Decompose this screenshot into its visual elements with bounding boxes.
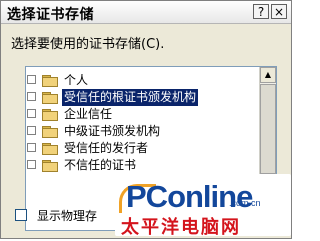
folder-icon [42, 92, 59, 104]
help-button[interactable]: ? [253, 4, 269, 19]
expand-icon[interactable] [27, 126, 36, 135]
expand-icon[interactable] [27, 75, 36, 84]
store-prompt-label: 选择要使用的证书存储(C). [11, 37, 165, 52]
expand-icon[interactable] [27, 109, 36, 118]
show-physical-stores-label: 显示物理存 [37, 209, 98, 223]
title-bar: 选择证书存储 ? × [1, 1, 291, 24]
folder-icon [42, 109, 59, 121]
expand-icon[interactable] [27, 143, 36, 152]
close-button[interactable]: × [271, 4, 287, 19]
tree-item-label: 受信任的根证书颁发机构 [60, 88, 200, 107]
expand-icon[interactable] [27, 92, 36, 101]
tree-item-label: 中级证书颁发机构 [64, 124, 161, 138]
tree-item[interactable]: 不信任的证书 [26, 157, 256, 174]
watermark-domain: .com.cn [229, 198, 261, 208]
scroll-thumb[interactable] [260, 84, 276, 174]
tree-item-label: 不信任的证书 [64, 158, 137, 172]
folder-icon [42, 75, 59, 87]
show-physical-stores-checkbox[interactable] [15, 209, 27, 221]
watermark-chinese-name: 太平洋电脑网 [121, 217, 241, 238]
folder-icon [42, 143, 59, 155]
expand-icon[interactable] [27, 160, 36, 169]
tree-item-selected[interactable]: 受信任的根证书颁发机构 [26, 88, 256, 107]
dialog-title: 选择证书存储 [7, 7, 94, 23]
folder-icon [42, 126, 59, 138]
tree-item[interactable]: 个人 [26, 72, 256, 89]
scroll-up-arrow-icon[interactable]: ▲ [260, 67, 276, 83]
folder-icon [42, 160, 59, 172]
watermark-brand: PConline [126, 179, 253, 214]
select-certificate-store-dialog: 选择证书存储 ? × 选择要使用的证书存储(C). 个人 受信任的根证书颁发机构… [0, 0, 292, 239]
tree-item-label: 企业信任 [64, 107, 113, 121]
tree-item[interactable]: 企业信任 [26, 106, 256, 123]
tree-item-label: 个人 [64, 73, 89, 87]
tree-item[interactable]: 受信任的发行者 [26, 140, 256, 157]
tree-item-label: 受信任的发行者 [64, 141, 149, 155]
tree-item[interactable]: 中级证书颁发机构 [26, 123, 256, 140]
